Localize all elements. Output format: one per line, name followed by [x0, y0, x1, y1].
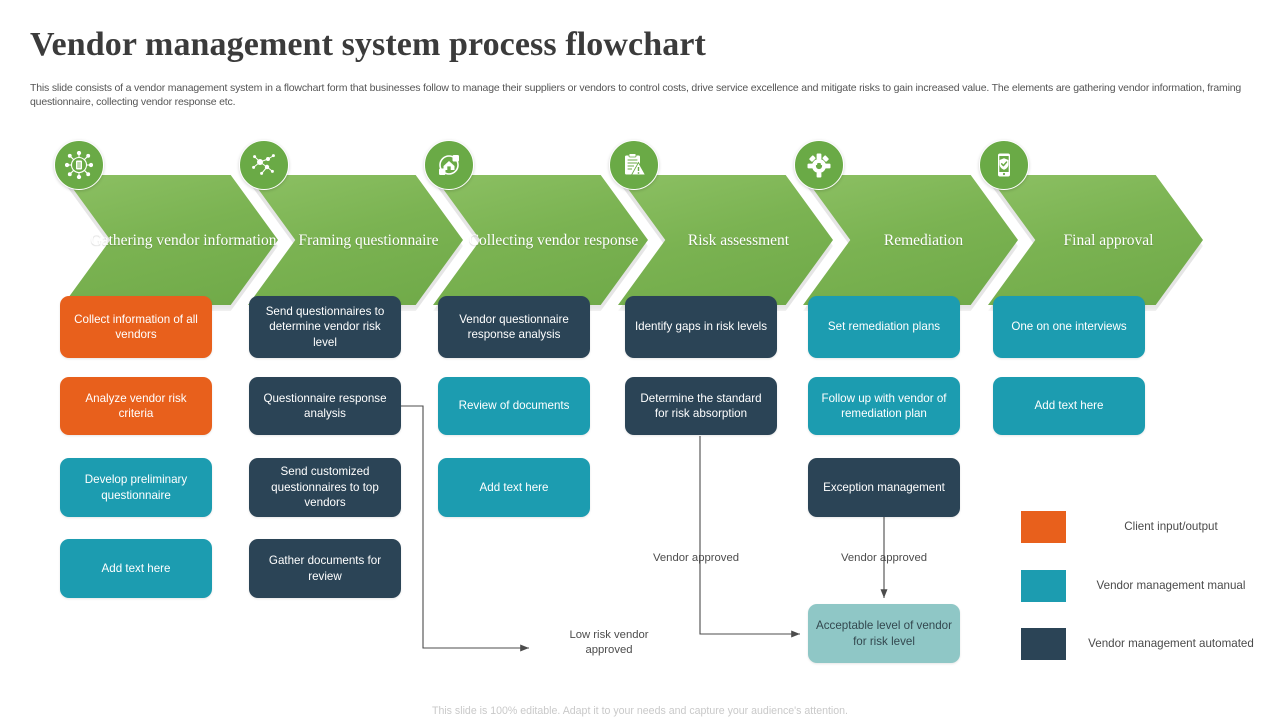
- slide-footer-note: This slide is 100% editable. Adapt it to…: [431, 705, 849, 717]
- chevron-label-1: Gathering vendor information: [90, 231, 277, 249]
- legend-swatch-orange: [1021, 511, 1066, 543]
- flow-box-identify-gaps[interactable]: Identify gaps in risk levels: [625, 296, 777, 358]
- chevron-label-4: Risk assessment: [687, 231, 790, 249]
- flow-box-add-text-here-1[interactable]: Add text here: [60, 539, 212, 598]
- flow-box-collect-information[interactable]: Collect information of all vendors: [60, 296, 212, 358]
- page-subtitle: This slide consists of a vendor manageme…: [30, 82, 1242, 108]
- legend-swatch-navy: [1021, 628, 1066, 660]
- flow-box-acceptable-level[interactable]: Acceptable level of vendor for risk leve…: [808, 604, 960, 663]
- legend-label-vendor-management-automated: Vendor management automated: [1088, 637, 1254, 651]
- slide-canvas: Vendor management system process flowcha…: [0, 0, 1280, 720]
- flow-box-send-questionnaires[interactable]: Send questionnaires to determine vendor …: [249, 296, 401, 358]
- flow-box-develop-preliminary-questionnaire[interactable]: Develop preliminary questionnaire: [60, 458, 212, 517]
- legend-label-client-input-output: Client input/output: [1124, 520, 1218, 534]
- edge-label-vendor-approved-remediation: Vendor approved: [840, 552, 928, 564]
- chevron-label-2: Framing questionnaire: [298, 231, 439, 249]
- edge-label-vendor-approved-risk: Vendor approved: [652, 552, 740, 564]
- chevron-label-6: Final approval: [1063, 231, 1154, 249]
- page-title: Vendor management system process flowcha…: [30, 26, 706, 63]
- legend-item-vendor-management-manual: Vendor management manual: [1021, 570, 1255, 602]
- process-chevron-band: Gathering vendor information Framing que…: [0, 140, 1280, 311]
- flow-box-follow-up-with-vendor[interactable]: Follow up with vendor of remediation pla…: [808, 377, 960, 435]
- edge-risk-to-acceptable: [699, 436, 800, 638]
- flow-box-questionnaire-response-analysis[interactable]: Questionnaire response analysis: [249, 377, 401, 435]
- gear-settings-icon: [794, 140, 844, 190]
- flow-box-add-text-here-3[interactable]: Add text here: [993, 377, 1145, 435]
- flow-box-determine-standard[interactable]: Determine the standard for risk absorpti…: [625, 377, 777, 435]
- clipboard-warning-icon: [609, 140, 659, 190]
- legend-item-vendor-management-automated: Vendor management automated: [1021, 628, 1255, 660]
- flow-box-set-remediation-plans[interactable]: Set remediation plans: [808, 296, 960, 358]
- edge-questionnaire-to-lowrisk: [401, 405, 529, 652]
- network-hub-document-icon: [54, 140, 104, 190]
- chevron-label-3: Collecting vendor response: [468, 231, 639, 249]
- flow-box-add-text-here-2[interactable]: Add text here: [438, 458, 590, 517]
- flow-box-one-on-one-interviews[interactable]: One on one interviews: [993, 296, 1145, 358]
- legend-swatch-teal: [1021, 570, 1066, 602]
- flow-box-analyze-vendor-risk[interactable]: Analyze vendor risk criteria: [60, 377, 212, 435]
- network-nodes-icon: [239, 140, 289, 190]
- chevron-label-5: Remediation: [883, 231, 964, 249]
- flow-box-exception-management[interactable]: Exception management: [808, 458, 960, 517]
- edge-label-low-risk: Low risk vendor approved: [569, 629, 649, 656]
- flow-box-gather-documents[interactable]: Gather documents for review: [249, 539, 401, 598]
- legend-item-client-input-output: Client input/output: [1021, 511, 1255, 543]
- flow-box-send-customized-questionnaires[interactable]: Send customized questionnaires to top ve…: [249, 458, 401, 517]
- mobile-shield-check-icon: [979, 140, 1029, 190]
- legend-label-vendor-management-manual: Vendor management manual: [1096, 579, 1246, 593]
- flow-box-vendor-questionnaire-response-analysis[interactable]: Vendor questionnaire response analysis: [438, 296, 590, 358]
- flow-box-review-of-documents[interactable]: Review of documents: [438, 377, 590, 435]
- data-collection-icon: [424, 140, 474, 190]
